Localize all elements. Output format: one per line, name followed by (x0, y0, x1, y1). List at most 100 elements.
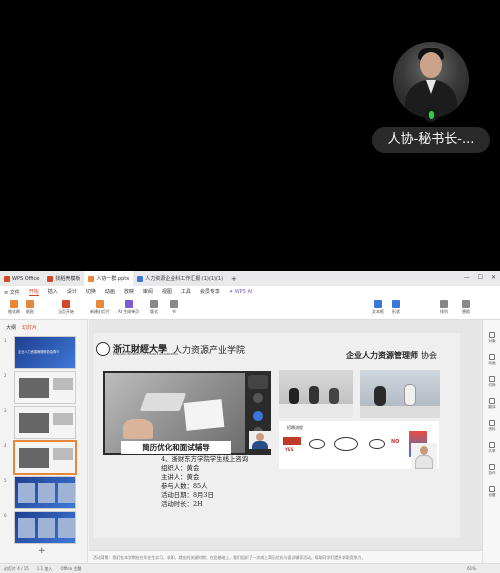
ribbon-button-7[interactable]: 文本框 (372, 300, 384, 315)
menu-item-4[interactable]: 动画 (105, 288, 115, 296)
ribbon-label: 替换 (462, 309, 470, 314)
info-line: 活动日期：8月3日 (161, 491, 214, 499)
ribbon-icon (462, 300, 470, 308)
speaker-notes[interactable]: 活动背景：我们在本学期处在毕业生实习、求职、就业的关键时期；在此基础上，我们组织… (89, 550, 482, 563)
ribbon-label: 新建幻灯片 (90, 309, 110, 314)
tab-label: WPS Office (12, 275, 40, 282)
pane-icon (489, 332, 495, 338)
pane-label: 设置 (488, 493, 496, 497)
ribbon-button-1[interactable]: 粘贴 (26, 300, 34, 315)
right-pane-button-6[interactable]: 协作 (485, 464, 499, 476)
menu-item-8[interactable]: 工具 (181, 288, 191, 296)
tab-file-icon (4, 275, 10, 282)
right-pane-button-0[interactable]: 对象 (485, 332, 499, 344)
maximize-icon[interactable]: ☐ (478, 274, 483, 281)
menu-item-1[interactable]: 插入 (48, 288, 58, 296)
menu-item-3[interactable]: 切换 (86, 288, 96, 296)
page-indicator: 幻灯片 4 / 15 (4, 565, 29, 571)
pane-icon (489, 354, 495, 360)
menu-item-7[interactable]: 视图 (162, 288, 172, 296)
right-task-pane: 对象动画切换翻译资料共享协作设置 (482, 320, 500, 563)
info-line: 主讲人：黄会 (161, 473, 200, 481)
right-pane-button-4[interactable]: 资料 (485, 420, 499, 432)
menu-item-6[interactable]: 审阅 (143, 288, 153, 296)
pane-icon (489, 376, 495, 382)
slide-number: 4 (4, 443, 7, 448)
ribbon-icon (440, 300, 448, 308)
current-slide[interactable]: 浙江財經大學 ZHEJIANG UNIVERSITY OF FINANCE & … (93, 333, 460, 538)
speaker-avatar (393, 42, 469, 118)
ribbon-button-6[interactable]: 节 (170, 300, 178, 315)
tab-file-icon (88, 275, 95, 282)
slide-thumbnail[interactable] (14, 511, 76, 544)
new-tab-button[interactable]: + (227, 271, 241, 286)
add-slide-button[interactable]: + (38, 546, 46, 556)
slide-thumbnail[interactable]: 企业人力资源管理师协会简介 (14, 336, 76, 369)
slide-number: 6 (4, 513, 7, 518)
right-pane-button-5[interactable]: 共享 (485, 442, 499, 454)
slide-number: 1 (4, 338, 7, 343)
wps-ai-menu[interactable]: ✦ WPS AI (229, 289, 252, 295)
ribbon-label: 节 (172, 309, 176, 314)
diagram-yes: YES (285, 447, 294, 452)
screen: 人协-秘书长-... WPS Office 找稻壳模板 人协一群.pptx 人力资源企… (0, 0, 500, 573)
menu-item-0[interactable]: 开始 (28, 288, 39, 296)
file-menu[interactable]: ≡ 文件 (4, 289, 20, 296)
slide-thumbnail[interactable] (14, 441, 76, 474)
menu-bar: ≡ 文件 开始 插入 设计 切换 动画 放映 审阅 视图 工具 会员专享 ✦ WPS AI (0, 286, 500, 298)
ribbon-button-2[interactable]: 当页开始 (58, 300, 74, 315)
ribbon-label: 形状 (392, 309, 400, 314)
info-line: 参与人数：85人 (161, 482, 208, 490)
pane-icon (489, 398, 495, 404)
slide-thumbnail[interactable] (14, 476, 76, 509)
close-icon[interactable]: ✕ (491, 274, 496, 281)
zoom-level[interactable]: 61% (467, 566, 476, 571)
ribbon-icon (124, 300, 133, 308)
tab-label: 人协一群.pptx (96, 276, 130, 282)
tab-2[interactable]: 人协一群.pptx (84, 271, 134, 286)
video-screenshot: 简历优化和面试辅导 (103, 371, 271, 455)
ribbon-label: 格式刷 (8, 309, 20, 314)
slide-thumbnail[interactable] (14, 406, 76, 439)
tab-3[interactable]: 人力资源企业科工作汇报 (1)(1)(1) (133, 271, 227, 286)
slide-number: 2 (4, 373, 7, 378)
right-pane-button-2[interactable]: 切换 (485, 376, 499, 388)
pane-label: 资料 (488, 427, 496, 431)
minimize-icon[interactable]: — (464, 274, 470, 281)
ribbon-label: AI 生成单页 (118, 309, 140, 314)
menu-item-9[interactable]: 会员专享 (200, 288, 220, 296)
ribbon-toolbar: 格式刷 粘贴 当页开始 新建幻灯片 AI 生成单页 版式 节 文本框 形状 排列 替换 (0, 298, 500, 320)
meeting-photo-2 (360, 370, 440, 418)
ribbon-button-3[interactable]: 新建幻灯片 (90, 300, 110, 315)
slides-tab[interactable]: 幻灯片 (22, 324, 37, 331)
pane-label: 翻译 (488, 405, 496, 409)
ribbon-label: 粘贴 (26, 309, 34, 314)
tab-file-icon (137, 275, 144, 282)
pane-icon (489, 464, 495, 470)
diagram-title: 招聘流程 (287, 425, 303, 430)
pane-icon (489, 442, 495, 448)
diagram-no: NO (391, 439, 400, 445)
ribbon-button-10[interactable]: 替换 (462, 300, 470, 315)
right-pane-button-3[interactable]: 翻译 (485, 398, 499, 410)
outline-tab[interactable]: 大纲 (6, 324, 16, 331)
pane-label: 动画 (488, 361, 496, 365)
ribbon-button-9[interactable]: 排列 (440, 300, 448, 315)
ribbon-icon (10, 300, 18, 308)
right-pane-button-7[interactable]: 设置 (485, 486, 499, 498)
pane-label: 共享 (488, 449, 496, 453)
tab-0[interactable]: WPS Office (0, 271, 43, 286)
slide-thumbnail[interactable] (14, 371, 76, 404)
pane-icon (489, 486, 495, 492)
ribbon-button-8[interactable]: 形状 (392, 300, 400, 315)
ribbon-button-5[interactable]: 版式 (150, 300, 158, 315)
ribbon-icon (96, 300, 104, 308)
right-pane-button-1[interactable]: 动画 (485, 354, 499, 366)
menu-item-2[interactable]: 设计 (67, 288, 77, 296)
tab-1[interactable]: 找稻壳模板 (43, 271, 84, 286)
pane-label: 对象 (488, 339, 496, 343)
menu-item-5[interactable]: 放映 (124, 288, 134, 296)
ribbon-button-0[interactable]: 格式刷 (8, 300, 20, 315)
ribbon-label: 当页开始 (58, 309, 74, 314)
ribbon-button-4[interactable]: AI 生成单页 (118, 300, 139, 315)
